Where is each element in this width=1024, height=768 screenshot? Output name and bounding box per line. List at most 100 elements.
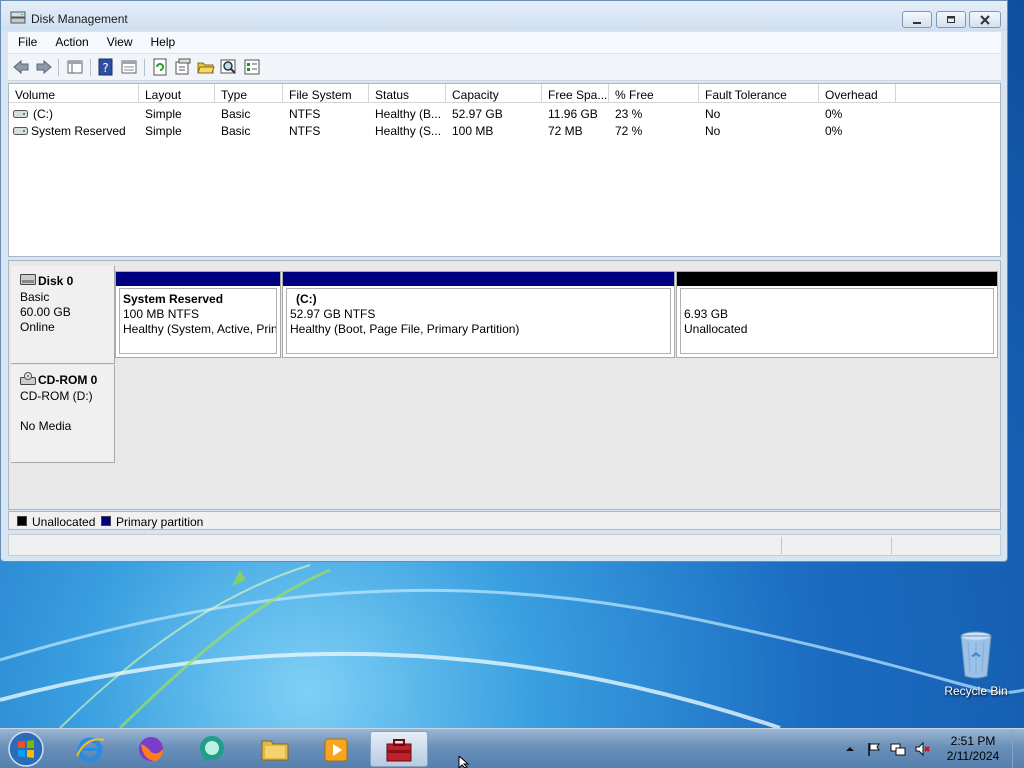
recycle-bin-label: Recycle Bin	[944, 684, 1008, 698]
cell-file-system: NTFS	[289, 107, 321, 121]
disk-management-app-icon	[10, 11, 26, 24]
cell-capacity: 52.97 GB	[452, 107, 503, 121]
cell-free-space: 11.96 GB	[548, 107, 598, 121]
taskbar-firefox[interactable]	[123, 731, 179, 767]
taskbar-disk-management[interactable]	[370, 731, 428, 767]
settings-list-icon[interactable]	[243, 58, 261, 76]
menu-view[interactable]: View	[97, 32, 141, 49]
taskbar-chat-app[interactable]	[184, 731, 240, 767]
partition-unallocated[interactable]: 6.93 GB Unallocated	[676, 271, 998, 358]
minimize-icon	[913, 22, 921, 24]
column-header-free-space[interactable]: Free Spa...	[542, 84, 609, 103]
partition-size: 52.97 GB NTFS	[290, 307, 376, 321]
menu-bar: File Action View Help	[8, 32, 1001, 53]
column-header-capacity[interactable]: Capacity	[446, 84, 542, 103]
column-header-type[interactable]: Type	[215, 84, 283, 103]
recycle-bin-shortcut[interactable]: Recycle Bin	[940, 630, 1012, 700]
column-header-percent-free[interactable]: % Free	[609, 84, 699, 103]
help-icon[interactable]: ?	[97, 58, 115, 76]
column-header-layout[interactable]: Layout	[139, 84, 215, 103]
clock-date: 2/11/2024	[946, 749, 1000, 763]
disk-0-size: 60.00 GB	[20, 305, 71, 319]
column-header-volume[interactable]: Volume	[9, 84, 139, 103]
toolbar-separator	[58, 59, 59, 76]
internet-explorer-icon	[76, 737, 105, 763]
cdrom-0-name: CD-ROM 0	[38, 373, 98, 387]
back-arrow-icon[interactable]	[12, 58, 30, 76]
svg-text:?: ?	[102, 61, 108, 75]
cell-file-system: NTFS	[289, 124, 321, 138]
disk-map-pane: Disk 0 Basic 60.00 GB Online System Rese…	[8, 260, 1001, 510]
rescan-disks-icon[interactable]	[174, 58, 192, 76]
partition-system-reserved[interactable]: System Reserved 100 MB NTFS Healthy (Sys…	[115, 271, 281, 358]
taskbar-internet-explorer[interactable]	[62, 731, 118, 767]
system-clock[interactable]: 2:51 PM 2/11/2024	[940, 734, 1006, 764]
column-header-status[interactable]: Status	[369, 84, 446, 103]
start-button[interactable]	[4, 730, 48, 768]
restore-button[interactable]	[936, 11, 966, 28]
forward-arrow-icon[interactable]	[35, 58, 53, 76]
open-folder-icon[interactable]	[197, 58, 215, 76]
partition-c-drive[interactable]: (C:) 52.97 GB NTFS Healthy (Boot, Page F…	[282, 271, 675, 358]
action-center-flag-icon[interactable]	[866, 741, 882, 757]
title-bar[interactable]: Disk Management	[1, 1, 1007, 31]
menu-help[interactable]: Help	[141, 32, 184, 49]
cdrom-0-empty-area[interactable]	[115, 365, 1000, 463]
cell-overhead: 0%	[825, 124, 843, 138]
table-row[interactable]: System Reserved Simple Basic NTFS Health…	[9, 122, 1000, 139]
properties-view-icon[interactable]	[120, 58, 138, 76]
legend-label-unallocated: Unallocated	[32, 515, 96, 529]
close-button[interactable]	[969, 11, 1001, 28]
mouse-cursor-icon	[458, 756, 470, 768]
menu-file[interactable]: File	[8, 32, 45, 49]
column-header-file-system[interactable]: File System	[283, 84, 369, 103]
table-row[interactable]: (C:) Simple Basic NTFS Healthy (B... 52.…	[9, 105, 1000, 122]
unallocated-band	[677, 272, 997, 286]
show-hidden-icons-icon[interactable]	[842, 741, 858, 757]
cell-overhead: 0%	[825, 107, 843, 121]
show-desktop-button[interactable]	[1012, 729, 1024, 768]
cdrom-0-drive: CD-ROM (D:)	[20, 389, 93, 403]
legend-bar: Unallocated Primary partition	[8, 511, 1001, 530]
disk-0-label[interactable]: Disk 0 Basic 60.00 GB Online	[11, 266, 115, 364]
cell-fault-tolerance: No	[705, 124, 721, 138]
partition-name: System Reserved	[123, 292, 224, 306]
cdrom-0-label[interactable]: CD-ROM 0 CD-ROM (D:) No Media	[11, 365, 115, 463]
refresh-icon[interactable]	[151, 58, 169, 76]
cell-type: Basic	[221, 124, 251, 138]
legend-swatch-primary	[101, 516, 111, 526]
menu-action[interactable]: Action	[45, 32, 96, 49]
cell-status: Healthy (B...	[375, 107, 442, 121]
network-icon[interactable]	[890, 741, 906, 757]
restore-icon	[947, 16, 955, 23]
partition-status: Unallocated	[684, 322, 748, 336]
cell-capacity: 100 MB	[452, 124, 494, 138]
disk-0-name: Disk 0	[38, 274, 74, 288]
drive-icon	[13, 110, 28, 118]
taskbar-media-player[interactable]	[308, 731, 364, 767]
volume-muted-icon[interactable]	[914, 741, 930, 757]
cell-free-space: 72 MB	[548, 124, 583, 138]
taskbar-file-explorer[interactable]	[247, 731, 303, 767]
disk-0-state: Online	[20, 320, 55, 334]
console-tree-icon[interactable]	[66, 58, 84, 76]
search-icon[interactable]	[220, 58, 238, 76]
disk-icon	[20, 274, 36, 285]
volume-table-header: Volume Layout Type File System Status Ca…	[9, 84, 1000, 103]
minimize-button[interactable]	[902, 11, 932, 28]
cell-volume: (C:)	[33, 107, 53, 121]
volume-list-pane: Volume Layout Type File System Status Ca…	[8, 83, 1001, 257]
toolbar-separator	[90, 59, 91, 76]
toolbox-icon	[386, 739, 412, 762]
cdrom-0-media: No Media	[20, 419, 72, 433]
column-header-overhead[interactable]: Overhead	[819, 84, 896, 103]
primary-partition-band	[116, 272, 280, 286]
legend-swatch-unallocated	[17, 516, 27, 526]
window-title: Disk Management	[31, 12, 128, 26]
cell-fault-tolerance: No	[705, 107, 721, 121]
close-icon	[980, 15, 990, 25]
column-header-fault-tolerance[interactable]: Fault Tolerance	[699, 84, 819, 103]
taskbar: 2:51 PM 2/11/2024	[0, 728, 1024, 768]
partition-size: 100 MB NTFS	[123, 307, 200, 321]
disk-management-window: Disk Management File Action View Help ? Vol…	[0, 0, 1008, 562]
